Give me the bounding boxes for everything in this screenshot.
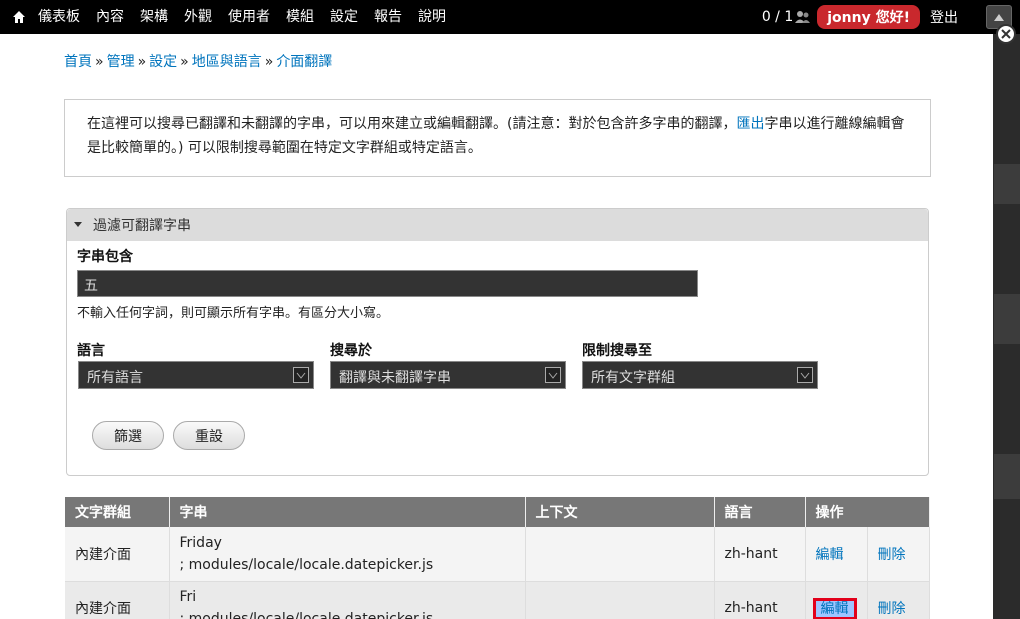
cell-edit: 編輯 — [805, 581, 868, 619]
string-contains-description: 不輸入任何字詞，則可顯示所有字串。有區分大小寫。 — [77, 306, 390, 321]
menu-item-people[interactable]: 使用者 — [220, 0, 278, 34]
menu-item-structure[interactable]: 架構 — [132, 0, 176, 34]
dropdown-arrow-icon — [545, 367, 561, 383]
language-label: 語言 — [77, 343, 105, 359]
header-context[interactable]: 上下文 — [525, 497, 715, 527]
header-text-group[interactable]: 文字群組 — [65, 497, 170, 527]
help-text: 在這裡可以搜尋已翻譯和未翻譯的字串，可以用來建立或編輯翻譯。(請注意：對於包含許… — [64, 99, 931, 177]
dropdown-arrow-icon — [293, 367, 309, 383]
menu-item-appearance[interactable]: 外觀 — [176, 0, 220, 34]
background-block — [994, 164, 1020, 204]
collapse-caret-icon — [71, 218, 85, 232]
filter-legend[interactable]: 過濾可翻譯字串 — [67, 209, 928, 241]
breadcrumb-config[interactable]: 設定 — [149, 54, 177, 70]
cell-language: zh-hant — [714, 581, 806, 619]
breadcrumb-separator: » — [264, 54, 274, 70]
cell-text-group: 內建介面 — [65, 527, 170, 582]
help-text-before: 在這裡可以搜尋已翻譯和未翻譯的字串，可以用來建立或編輯翻譯。(請注意：對於包含許… — [87, 116, 737, 132]
edit-link-highlighted[interactable]: 編輯 — [812, 598, 857, 619]
table-row: 內建介面 Friday ; modules/locale/locale.date… — [65, 527, 930, 582]
background-block — [994, 294, 1020, 344]
string-text: Fri — [179, 589, 197, 605]
search-in-select-value: 翻譯與未翻譯字串 — [339, 370, 451, 386]
menu-item-dashboard[interactable]: 儀表板 — [38, 0, 88, 34]
export-link[interactable]: 匯出 — [736, 116, 764, 132]
menu-item-reports[interactable]: 報告 — [366, 0, 410, 34]
cell-string: Friday ; modules/locale/locale.datepicke… — [169, 527, 526, 582]
cell-context — [525, 527, 715, 582]
text-group-select[interactable]: 所有文字群組 — [582, 361, 818, 389]
string-source: ; modules/locale/locale.datepicker.js — [179, 611, 434, 619]
filter-legend-label: 過濾可翻譯字串 — [93, 218, 191, 234]
edit-link[interactable]: 編輯 — [816, 547, 844, 563]
menu-item-modules[interactable]: 模組 — [278, 0, 322, 34]
breadcrumb-home[interactable]: 首頁 — [64, 54, 92, 70]
background-page — [994, 44, 1020, 619]
users-icon — [795, 10, 811, 24]
text-group-label: 限制搜尋至 — [582, 343, 652, 359]
header-language: 語言 — [714, 497, 806, 527]
menu-item-configuration[interactable]: 設定 — [322, 0, 366, 34]
breadcrumb-separator: » — [180, 54, 189, 70]
filter-button[interactable]: 篩選 — [92, 421, 164, 450]
user-counter: 0 / 1 — [761, 9, 794, 25]
cell-string: Fri ; modules/locale/locale.datepicker.j… — [169, 581, 526, 619]
delete-link[interactable]: 刪除 — [878, 547, 906, 563]
string-source: ; modules/locale/locale.datepicker.js — [179, 556, 434, 573]
overlay-page: 首頁» 管理» 設定» 地區與語言» 介面翻譯 在這裡可以搜尋已翻譯和未翻譯的字串，可以… — [0, 34, 993, 619]
table-header-row: 文字群組 字串 上下文 語言 操作 — [65, 497, 930, 527]
strings-table: 文字群組 字串 上下文 語言 操作 內建介面 Friday ; modules/… — [65, 497, 930, 619]
search-in-select[interactable]: 翻譯與未翻譯字串 — [330, 361, 566, 389]
language-select-value: 所有語言 — [87, 370, 143, 386]
breadcrumb-admin[interactable]: 管理 — [107, 54, 135, 70]
user-greeting[interactable]: jonny 您好! — [817, 5, 920, 29]
string-contains-label: 字串包含 — [77, 249, 133, 265]
admin-toolbar: 儀表板 內容 架構 外觀 使用者 模組 設定 報告 說明 0 / 1 jonny… — [0, 0, 1020, 34]
menu-item-help[interactable]: 說明 — [410, 0, 454, 34]
text-group-select-value: 所有文字群組 — [591, 370, 675, 386]
string-text: Friday — [179, 534, 222, 551]
breadcrumb-separator: » — [137, 54, 147, 70]
header-operations: 操作 — [805, 497, 930, 527]
search-in-label: 搜尋於 — [330, 343, 372, 359]
cell-context — [525, 581, 715, 619]
breadcrumb-regional[interactable]: 地區與語言 — [192, 54, 262, 70]
filter-fieldset: 過濾可翻譯字串 字串包含 五 不輸入任何字詞，則可顯示所有字串。有區分大小寫。 … — [66, 208, 929, 476]
reset-button[interactable]: 重設 — [173, 421, 245, 450]
cell-delete: 刪除 — [867, 527, 930, 582]
delete-link[interactable]: 刪除 — [878, 601, 906, 617]
breadcrumb-translate[interactable]: 介面翻譯 — [276, 54, 332, 70]
language-select[interactable]: 所有語言 — [78, 361, 314, 389]
cell-edit: 編輯 — [805, 527, 868, 582]
breadcrumb: 首頁» 管理» 設定» 地區與語言» 介面翻譯 — [64, 51, 332, 71]
toolbar-menu: 儀表板 內容 架構 外觀 使用者 模組 設定 報告 說明 — [38, 0, 454, 34]
cell-language: zh-hant — [714, 527, 806, 582]
breadcrumb-separator: » — [95, 54, 104, 70]
table-row: 內建介面 Fri ; modules/locale/locale.datepic… — [65, 581, 930, 619]
home-icon[interactable] — [0, 0, 38, 34]
close-overlay-icon[interactable] — [996, 24, 1016, 44]
cell-text-group: 內建介面 — [65, 581, 170, 619]
dropdown-arrow-icon — [797, 367, 813, 383]
background-block — [994, 454, 1020, 499]
cell-delete: 刪除 — [867, 581, 930, 619]
menu-item-content[interactable]: 內容 — [88, 0, 132, 34]
header-string[interactable]: 字串 — [169, 497, 526, 527]
string-contains-input[interactable]: 五 — [77, 270, 698, 297]
logout-link[interactable]: 登出 — [930, 7, 958, 27]
